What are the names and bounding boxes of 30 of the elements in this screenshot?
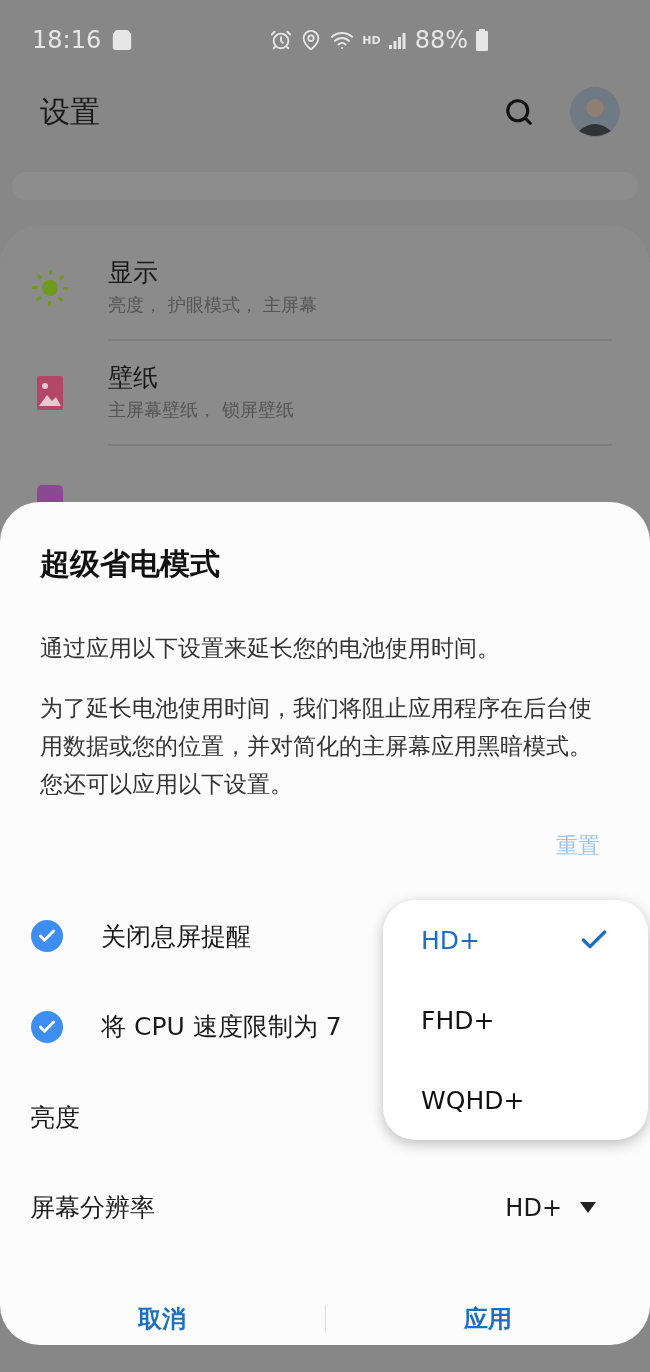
avatar[interactable] xyxy=(570,87,620,137)
dialog-text: 通过应用以下设置来延长您的电池使用时间。 xyxy=(40,634,501,663)
clock-time: 18:16 xyxy=(32,26,102,54)
resolution-dropdown[interactable]: HD+ xyxy=(505,1193,596,1222)
dialog-title: 超级省电模式 xyxy=(40,545,221,583)
checkbox[interactable] xyxy=(31,920,63,953)
signal-icon xyxy=(388,31,407,49)
search-icon[interactable] xyxy=(504,97,534,127)
cancel-button[interactable]: 取消 xyxy=(0,1293,325,1345)
checkbox[interactable] xyxy=(31,1010,63,1043)
sun-icon xyxy=(31,268,69,307)
option-label: 关闭息屏提醒 xyxy=(101,920,251,953)
dialog-text: 为了延长电池使用时间，我们将阻止应用程序在后台使用数据或您的位置，并对简化的主屏幕应用黑暗模式。您还可以应用以下设置。 xyxy=(40,694,593,799)
menu-item[interactable]: WQHD+ xyxy=(383,1060,648,1140)
caret-icon xyxy=(580,1201,596,1214)
page-title: 设置 xyxy=(40,92,101,131)
battery-percent: 88% xyxy=(414,26,468,54)
image-icon xyxy=(37,375,63,410)
shopping-bag-icon xyxy=(111,29,134,51)
item-title: 显示 xyxy=(108,257,159,289)
option-label: 屏幕分辨率 xyxy=(30,1192,155,1225)
option-label: 将 CPU 速度限制为 7 xyxy=(101,1011,342,1044)
alarm-icon xyxy=(270,29,293,51)
option-label: 亮度 xyxy=(30,1101,80,1134)
item-title: 壁纸 xyxy=(108,362,159,394)
network-type-label: HD xyxy=(362,33,381,47)
battery-icon xyxy=(476,29,488,51)
menu-item[interactable]: FHD+ xyxy=(383,980,648,1060)
apply-button[interactable]: 应用 xyxy=(325,1293,650,1345)
menu-item[interactable]: HD+ xyxy=(383,900,648,980)
